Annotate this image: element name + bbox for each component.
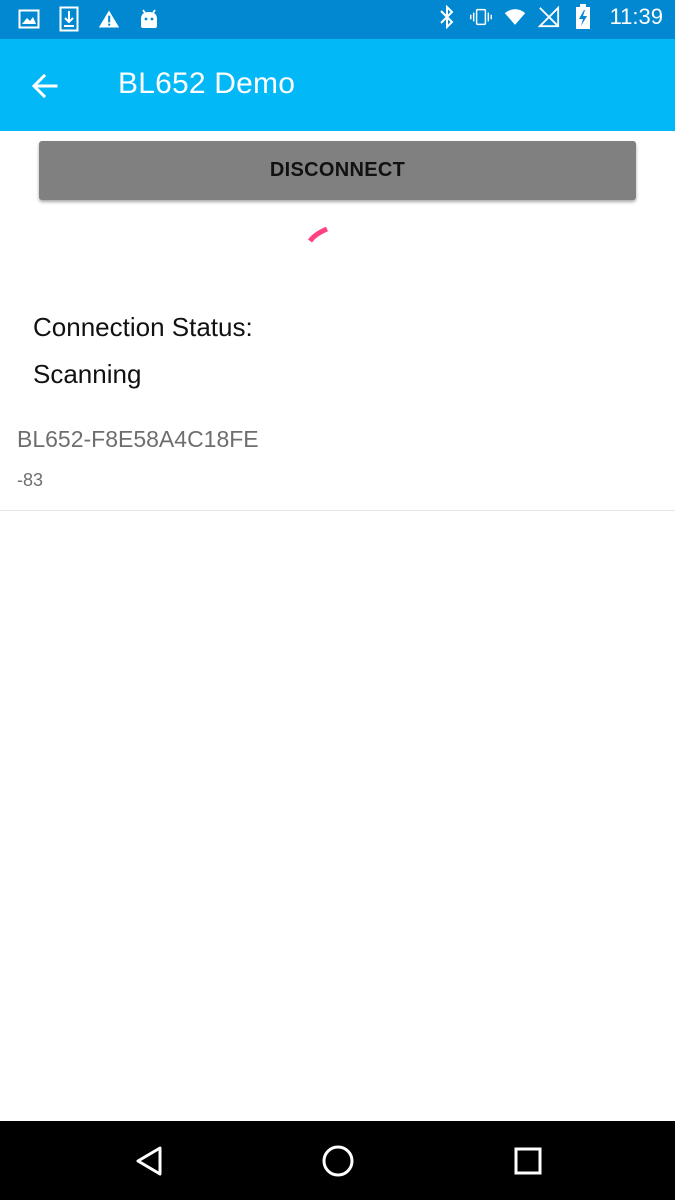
notification-icons [18,6,160,32]
device-rssi: -83 [17,470,44,490]
device-name: BL652-F8E58A4C18FE [17,426,259,452]
android-icon [138,6,160,32]
image-icon [18,6,40,32]
system-icons: 11:39 [436,4,663,30]
navigation-bar [0,1121,675,1200]
download-icon [58,6,80,32]
battery-charging-icon [572,4,594,30]
recents-square-icon[interactable] [508,1141,548,1181]
status-bar: 11:39 [0,0,675,39]
app-bar: BL652 Demo [0,39,675,131]
warning-icon [98,6,120,32]
clock-time: 11:39 [609,4,663,29]
connection-status-value: Scanning [33,359,142,389]
page-title: BL652 Demo [118,67,296,100]
no-signal-icon [537,4,560,30]
bluetooth-icon [436,4,458,30]
arrow-back-icon[interactable] [28,69,62,103]
home-circle-icon[interactable] [318,1141,358,1181]
wifi-icon [504,4,526,30]
back-triangle-icon[interactable] [130,1141,170,1181]
loading-spinner-icon [300,220,340,250]
connection-status-label: Connection Status: [33,312,253,342]
device-list-item[interactable]: BL652-F8E58A4C18FE -83 [0,412,675,511]
disconnect-button[interactable]: DISCONNECT [39,141,636,200]
vibrate-icon [469,4,492,30]
